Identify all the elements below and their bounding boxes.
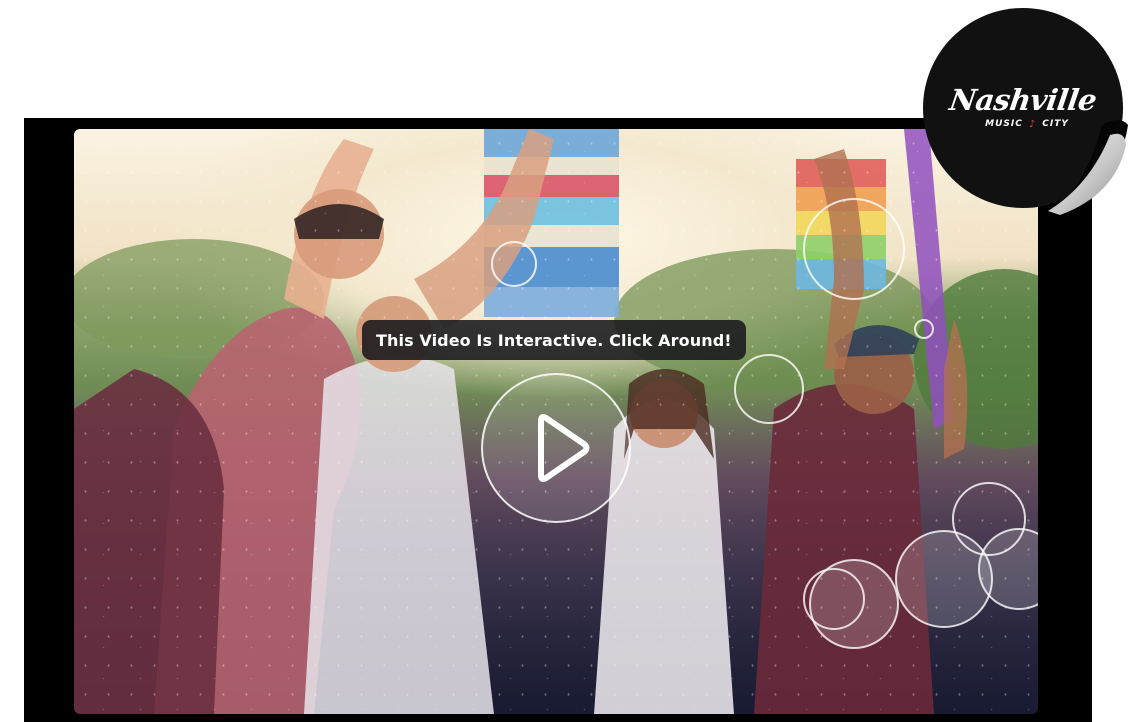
logo-subline-left: MUSIC	[985, 119, 1023, 129]
play-icon	[538, 414, 590, 482]
page: This Video Is Interactive. Click Around!…	[0, 0, 1133, 722]
logo-subline: MUSIC ♪ CITY	[972, 117, 1082, 131]
play-button[interactable]	[481, 373, 631, 523]
nashville-music-city-logo[interactable]: Nashville MUSIC ♪ CITY	[920, 5, 1130, 215]
interactive-hint-tooltip: This Video Is Interactive. Click Around!	[362, 320, 746, 360]
music-note-icon: ♪	[1028, 118, 1037, 130]
tooltip-text: This Video Is Interactive. Click Around!	[376, 330, 732, 350]
logo-subline-right: CITY	[1042, 119, 1069, 129]
logo-wordmark: Nashville	[947, 83, 1099, 117]
